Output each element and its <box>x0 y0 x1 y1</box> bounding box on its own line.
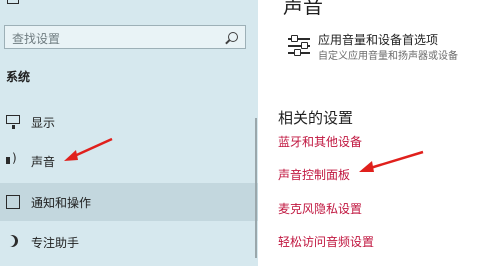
speaker-icon <box>6 151 20 168</box>
nav-item-sound[interactable]: 声音 <box>0 142 258 180</box>
nav-item-focus-assist[interactable]: 专注助手 <box>0 223 258 261</box>
link-ease-of-access-audio[interactable]: 轻松访问音频设置 <box>278 233 374 250</box>
search-placeholder: 查找设置 <box>12 32 61 46</box>
section-label: 系统 <box>6 70 31 84</box>
link-bluetooth-devices[interactable]: 蓝牙和其他设备 <box>278 133 362 150</box>
nav-item-label: 通知和操作 <box>31 196 92 210</box>
link-sound-control-panel[interactable]: 声音控制面板 <box>278 166 350 183</box>
annotation-arrow-control-panel <box>359 150 424 172</box>
sliders-icon <box>288 35 312 57</box>
nav-item-label: 专注助手 <box>31 236 80 250</box>
search-icon[interactable] <box>228 32 238 42</box>
sidebar-scrollbar[interactable] <box>255 118 257 258</box>
app-volume-option[interactable]: 应用音量和设备首选项 <box>318 31 438 48</box>
related-settings-heading: 相关的设置 <box>278 109 354 127</box>
link-microphone-privacy[interactable]: 麦克风隐私设置 <box>278 200 362 217</box>
app-volume-description: 自定义应用音量和扬声器或设备 <box>318 51 458 62</box>
nav-item-label: 声音 <box>31 155 56 169</box>
page-title: 声音 <box>283 0 323 18</box>
search-box[interactable]: 查找设置 <box>4 25 246 49</box>
moon-icon <box>6 235 18 247</box>
home-icon[interactable] <box>7 0 19 4</box>
nav-item-label: 显示 <box>31 116 56 130</box>
notification-icon <box>6 195 20 209</box>
nav-item-notifications[interactable]: 通知和操作 <box>0 183 258 221</box>
sidebar: 查找设置 系统 显示 声音 通知和操作 专注助手 <box>0 0 258 266</box>
monitor-icon <box>6 115 20 129</box>
nav-item-display[interactable]: 显示 <box>0 103 258 141</box>
annotation-arrow-sound <box>64 137 113 161</box>
